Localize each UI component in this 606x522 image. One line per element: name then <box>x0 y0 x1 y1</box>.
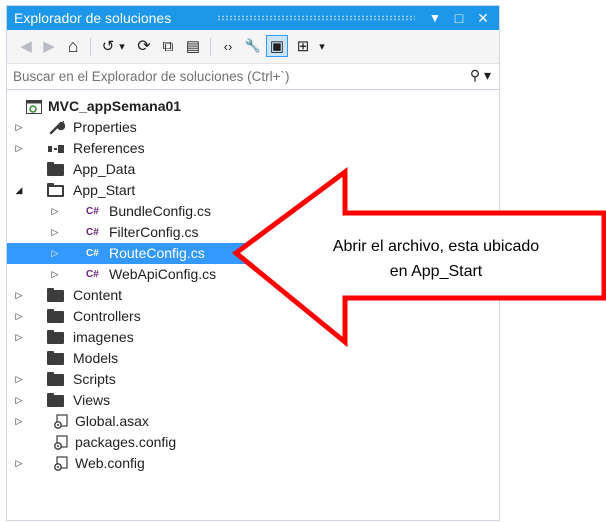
callout-line-1: Abrir el archivo, esta ubicado <box>332 238 540 255</box>
callout-line-2: en App_Start <box>389 263 483 280</box>
callout-text: Abrir el archivo, esta ubicado en App_St… <box>318 234 554 284</box>
